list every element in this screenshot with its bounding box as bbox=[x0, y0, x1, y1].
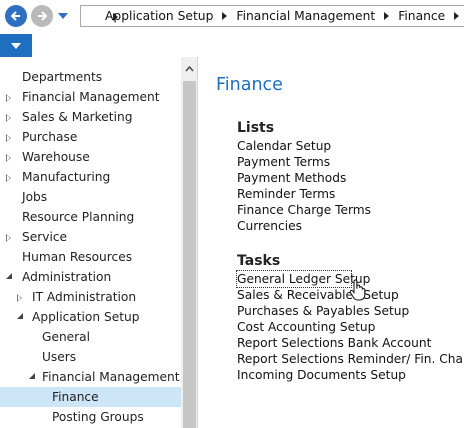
arrow-left-icon bbox=[10, 11, 20, 21]
link-reminder-terms[interactable]: Reminder Terms bbox=[237, 186, 371, 202]
tree-item[interactable]: Jobs bbox=[0, 187, 181, 207]
collapsed-arrow-icon[interactable] bbox=[6, 154, 11, 162]
collapsed-arrow-icon[interactable] bbox=[6, 134, 11, 142]
tree-item-label: Users bbox=[42, 350, 77, 364]
tree-item[interactable]: Human Resources bbox=[0, 247, 181, 267]
tree-item[interactable]: Administration bbox=[0, 267, 181, 287]
lists-heading: Lists bbox=[237, 120, 275, 136]
expanded-arrow-icon[interactable] bbox=[17, 313, 23, 319]
collapsed-arrow-icon[interactable] bbox=[6, 94, 11, 102]
tree-item-label: Application Setup bbox=[32, 310, 140, 324]
breadcrumb-item[interactable]: Finance bbox=[398, 9, 445, 23]
tree-item-label: Purchase bbox=[22, 130, 78, 144]
lists-links: Calendar Setup Payment Terms Payment Met… bbox=[237, 138, 371, 234]
expanded-arrow-icon[interactable] bbox=[29, 373, 35, 379]
forward-button[interactable] bbox=[31, 5, 53, 27]
tree-item[interactable]: Financial Management bbox=[0, 367, 181, 387]
address-bar[interactable]: Application Setup Financial Management F… bbox=[80, 5, 464, 27]
tree-item-label: Administration bbox=[22, 270, 112, 284]
link-cost-accounting-setup[interactable]: Cost Accounting Setup bbox=[237, 319, 464, 335]
breadcrumb-chevron-icon[interactable] bbox=[384, 12, 390, 20]
collapsed-arrow-icon[interactable] bbox=[17, 294, 22, 302]
collapsed-arrow-icon[interactable] bbox=[6, 174, 11, 182]
tree-item[interactable]: Purchase bbox=[0, 127, 181, 147]
tree-item-label: Sales & Marketing bbox=[22, 110, 133, 124]
page-title: Finance bbox=[216, 75, 283, 95]
breadcrumb-chevron-icon[interactable] bbox=[454, 12, 460, 20]
link-general-ledger-setup[interactable]: General Ledger Setup bbox=[236, 270, 370, 288]
link-finance-charge-terms[interactable]: Finance Charge Terms bbox=[237, 202, 371, 218]
vertical-scrollbar[interactable] bbox=[181, 57, 197, 428]
hand-cursor-icon bbox=[349, 279, 366, 301]
tree-item[interactable]: IT Administration bbox=[0, 287, 181, 307]
tree-item[interactable]: Posting Groups bbox=[0, 407, 181, 427]
link-report-selections-bank-account[interactable]: Report Selections Bank Account bbox=[237, 335, 464, 351]
tree-item[interactable]: Financial Management bbox=[0, 87, 181, 107]
tree-item-label: Departments bbox=[22, 70, 103, 84]
tree-item-label: Human Resources bbox=[22, 250, 133, 264]
content-area: Finance Lists Calendar Setup Payment Ter… bbox=[199, 57, 464, 428]
tree-item[interactable]: Departments bbox=[0, 67, 181, 87]
tree-item-label: Resource Planning bbox=[22, 210, 135, 224]
link-incoming-documents-setup[interactable]: Incoming Documents Setup bbox=[237, 367, 464, 383]
history-dropdown-icon[interactable] bbox=[58, 13, 68, 19]
tree-item[interactable]: Manufacturing bbox=[0, 167, 181, 187]
tree-item[interactable]: Users bbox=[0, 347, 181, 367]
tree-item[interactable]: General bbox=[0, 327, 181, 347]
tree-item[interactable]: Service bbox=[0, 227, 181, 247]
breadcrumb-chevron-icon[interactable] bbox=[222, 12, 228, 20]
link-calendar-setup[interactable]: Calendar Setup bbox=[237, 138, 371, 154]
tree-item-label: Financial Management bbox=[42, 370, 180, 384]
tree-item-label: Service bbox=[22, 230, 68, 244]
expanded-arrow-icon[interactable] bbox=[6, 273, 12, 279]
breadcrumb-item[interactable]: Application Setup bbox=[105, 9, 213, 23]
tree-item-label: General bbox=[42, 330, 91, 344]
link-report-selections-reminder[interactable]: Report Selections Reminder/ Fin. Charge bbox=[237, 351, 464, 367]
scrollbar-thumb[interactable] bbox=[183, 81, 196, 428]
link-payment-terms[interactable]: Payment Terms bbox=[237, 154, 371, 170]
tree-item-label: Posting Groups bbox=[52, 410, 144, 424]
application-menu-button[interactable] bbox=[0, 34, 32, 57]
breadcrumb-item[interactable]: Financial Management bbox=[236, 9, 375, 23]
tree-item[interactable]: Sales & Marketing bbox=[0, 107, 181, 127]
tree-item[interactable]: Warehouse bbox=[0, 147, 181, 167]
navigation-pane: Departments Financial Management Sales & M… bbox=[0, 57, 198, 428]
collapsed-arrow-icon[interactable] bbox=[6, 234, 11, 242]
tree-item[interactable]: Finance bbox=[0, 387, 181, 407]
tree-item-label: Manufacturing bbox=[22, 170, 111, 184]
back-button[interactable] bbox=[5, 5, 27, 27]
link-purchases-payables-setup[interactable]: Purchases & Payables Setup bbox=[237, 303, 464, 319]
tree-item-label: Jobs bbox=[22, 190, 48, 204]
tasks-heading: Tasks bbox=[237, 253, 281, 269]
tree-item-label: Finance bbox=[52, 390, 99, 404]
tree-item-label: Financial Management bbox=[22, 90, 160, 104]
tree-item-label: IT Administration bbox=[32, 290, 137, 304]
breadcrumb-root-chevron-icon[interactable] bbox=[113, 13, 118, 21]
chevron-down-icon bbox=[11, 42, 21, 49]
arrow-right-icon bbox=[38, 11, 48, 21]
link-currencies[interactable]: Currencies bbox=[237, 218, 371, 234]
tree-item[interactable]: Resource Planning bbox=[0, 207, 181, 227]
tree-item[interactable]: Application Setup bbox=[0, 307, 181, 327]
top-bar: Application Setup Financial Management F… bbox=[0, 0, 464, 33]
collapsed-arrow-icon[interactable] bbox=[6, 114, 11, 122]
scroll-up-icon[interactable] bbox=[181, 61, 197, 75]
link-payment-methods[interactable]: Payment Methods bbox=[237, 170, 371, 186]
tree-item-label: Warehouse bbox=[22, 150, 90, 164]
navigation-tree: Departments Financial Management Sales & M… bbox=[0, 67, 181, 427]
